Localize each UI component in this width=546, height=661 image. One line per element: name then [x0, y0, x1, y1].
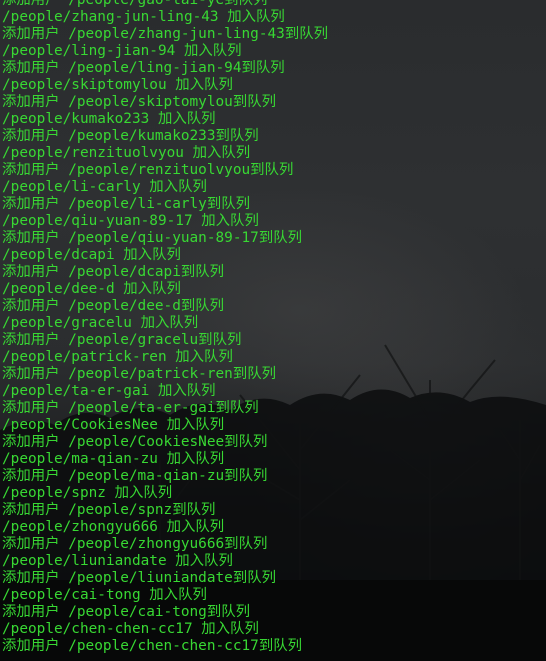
terminal-output-line: /people/CookiesNee 加入队列 — [2, 417, 225, 433]
terminal-output-line: /people/dee-d 加入队列 — [2, 281, 181, 297]
terminal-output-line: /people/liuniandate 加入队列 — [2, 553, 233, 569]
terminal-output-line: /people/zhang-jun-ling-43 加入队列 — [2, 9, 285, 25]
terminal-output-line: /people/chen-chen-cc17 加入队列 — [2, 621, 259, 637]
terminal-window[interactable]: 添加用户 /people/gao-tai-ye到队列/people/zhang-… — [0, 0, 546, 661]
terminal-output-line: 添加用户 /people/gracelu到队列 — [2, 332, 242, 348]
terminal-output-line: /people/zhongyu666 加入队列 — [2, 519, 225, 535]
terminal-output-line: 添加用户 /people/CookiesNee到队列 — [2, 434, 268, 450]
terminal-output: 添加用户 /people/gao-tai-ye到队列/people/zhang-… — [2, 0, 328, 655]
terminal-output-line: /people/ling-jian-94 加入队列 — [2, 43, 242, 59]
terminal-output-line: 添加用户 /people/zhang-jun-ling-43到队列 — [2, 26, 328, 42]
terminal-output-line: /people/gracelu 加入队列 — [2, 315, 199, 331]
terminal-output-line: /people/cai-tong 加入队列 — [2, 587, 207, 603]
terminal-output-line: 添加用户 /people/dcapi到队列 — [2, 264, 225, 280]
terminal-output-line: 添加用户 /people/renzituolvyou到队列 — [2, 162, 294, 178]
terminal-output-line: 添加用户 /people/kumako233到队列 — [2, 128, 259, 144]
terminal-output-line: /people/dcapi 加入队列 — [2, 247, 181, 263]
terminal-output-line: /people/patrick-ren 加入队列 — [2, 349, 233, 365]
terminal-output-line: /people/ta-er-gai 加入队列 — [2, 383, 216, 399]
terminal-output-line: 添加用户 /people/li-carly到队列 — [2, 196, 251, 212]
terminal-output-line: /people/renzituolvyou 加入队列 — [2, 145, 251, 161]
terminal-output-line: 添加用户 /people/skiptomylou到队列 — [2, 94, 277, 110]
terminal-output-line: 添加用户 /people/dee-d到队列 — [2, 298, 225, 314]
terminal-output-line: 添加用户 /people/cai-tong到队列 — [2, 604, 251, 620]
terminal-output-line: /people/qiu-yuan-89-17 加入队列 — [2, 213, 259, 229]
terminal-output-line: /people/spnz 加入队列 — [2, 485, 173, 501]
terminal-output-line: 添加用户 /people/qiu-yuan-89-17到队列 — [2, 230, 303, 246]
terminal-output-line: 添加用户 /people/gao-tai-ye到队列 — [2, 0, 268, 8]
terminal-output-line: 添加用户 /people/liuniandate到队列 — [2, 570, 277, 586]
terminal-output-line: 添加用户 /people/patrick-ren到队列 — [2, 366, 277, 382]
terminal-output-line: 添加用户 /people/spnz到队列 — [2, 502, 216, 518]
terminal-output-line: 添加用户 /people/ta-er-gai到队列 — [2, 400, 259, 416]
terminal-output-line: /people/li-carly 加入队列 — [2, 179, 207, 195]
terminal-output-line: 添加用户 /people/chen-chen-cc17到队列 — [2, 638, 303, 654]
terminal-output-line: 添加用户 /people/zhongyu666到队列 — [2, 536, 268, 552]
terminal-output-line: 添加用户 /people/ma-qian-zu到队列 — [2, 468, 268, 484]
terminal-output-line: /people/kumako233 加入队列 — [2, 111, 216, 127]
terminal-output-line: /people/skiptomylou 加入队列 — [2, 77, 233, 93]
terminal-output-line: /people/ma-qian-zu 加入队列 — [2, 451, 225, 467]
terminal-output-line: 添加用户 /people/ling-jian-94到队列 — [2, 60, 285, 76]
